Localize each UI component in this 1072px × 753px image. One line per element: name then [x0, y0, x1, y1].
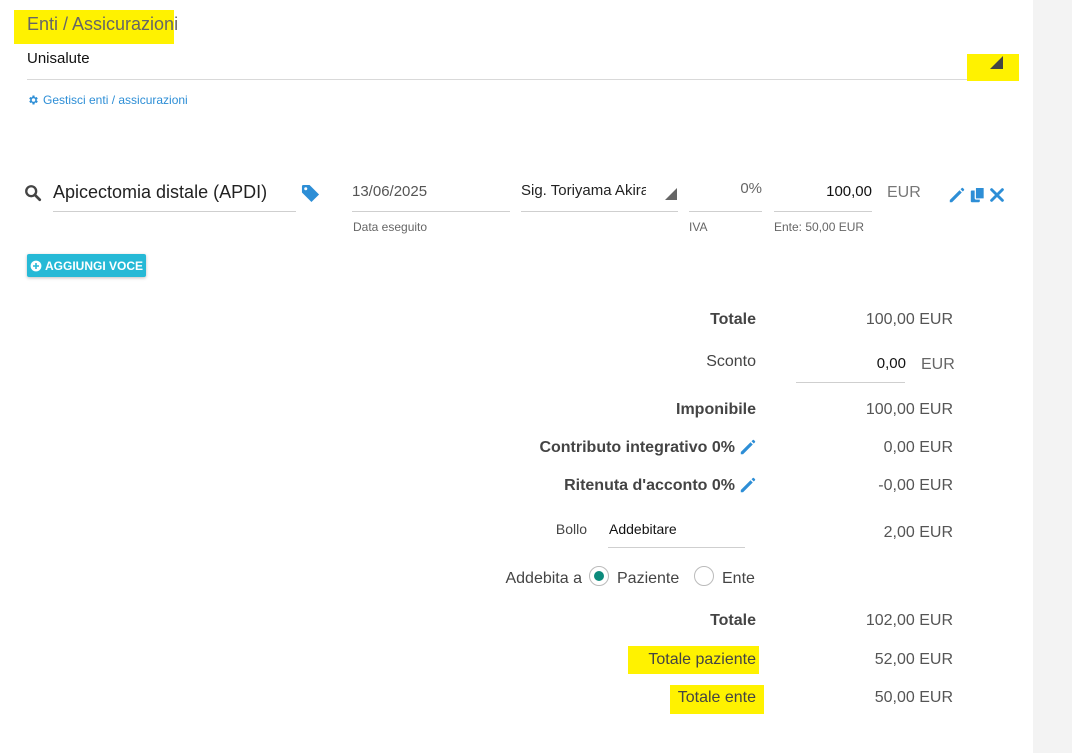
gear-icon [29, 95, 38, 105]
grand-total-value: 102,00 EUR [865, 612, 953, 629]
date-input[interactable]: 13/06/2025 [352, 183, 427, 200]
section-title-highlight: Enti / Assicurazioni [14, 10, 178, 44]
radio-insurer[interactable] [694, 566, 714, 586]
contribution-value: 0,00 EUR [883, 439, 953, 456]
pencil-icon[interactable] [739, 438, 757, 456]
discount-underline [796, 382, 905, 383]
manage-insurers-link[interactable]: Gestisci enti / assicurazioni [27, 93, 188, 107]
grand-total-label: Totale [710, 612, 756, 629]
right-panel-edge [1033, 0, 1072, 753]
tag-icon[interactable] [301, 184, 320, 203]
radio-patient-label[interactable]: Paziente [617, 570, 679, 588]
discount-input[interactable]: 0,00 [877, 355, 906, 372]
stamp-select-value[interactable]: Addebitare [609, 521, 677, 537]
price-input[interactable]: 100,00 [775, 183, 872, 200]
discount-currency: EUR [921, 356, 955, 373]
total-label: Totale [710, 311, 756, 328]
contribution-label: Contributo integrativo 0% [539, 439, 735, 456]
stamp-underline [608, 547, 745, 548]
search-icon[interactable] [24, 184, 42, 202]
date-label: Data eseguito [353, 220, 428, 234]
insurer-share-label: Ente: 50,00 EUR [774, 220, 865, 234]
charge-to-label: Addebita a [505, 570, 582, 587]
radio-patient[interactable] [589, 566, 609, 586]
date-underline [352, 211, 510, 212]
item-name-underline [53, 211, 296, 212]
vat-underline [689, 211, 762, 212]
insurer-total-value: 50,00 EUR [874, 689, 953, 706]
operator-dropdown-arrow-icon[interactable] [665, 188, 677, 200]
radio-insurer-label[interactable]: Ente [722, 570, 755, 588]
section-title: Enti / Assicurazioni [27, 14, 179, 34]
stamp-value: 2,00 EUR [883, 524, 953, 541]
add-item-label: AGGIUNGI VOCE [44, 258, 143, 273]
plus-circle-icon [30, 260, 42, 271]
taxable-label: Imponibile [676, 401, 756, 418]
pencil-icon[interactable] [948, 186, 966, 204]
dropdown-arrow-icon[interactable] [990, 56, 1003, 69]
operator-underline [521, 211, 678, 212]
vat-label: IVA [689, 220, 708, 234]
discount-label: Sconto [706, 353, 756, 370]
operator-select-value[interactable]: Sig. Toriyama Akira [521, 182, 646, 199]
insurer-select-value[interactable]: Unisalute [27, 50, 90, 67]
patient-total-label: Totale paziente [648, 651, 756, 668]
patient-total-value: 52,00 EUR [874, 651, 953, 668]
withholding-value: -0,00 EUR [878, 477, 953, 494]
price-currency: EUR [887, 184, 921, 201]
vat-input[interactable]: 0% [690, 180, 762, 197]
manage-insurers-label: Gestisci enti / assicurazioni [43, 93, 188, 107]
insurer-select-underline [27, 79, 1017, 80]
price-underline [774, 211, 872, 212]
add-item-button[interactable]: AGGIUNGI VOCE [27, 254, 146, 277]
taxable-value: 100,00 EUR [865, 401, 953, 418]
item-name-input[interactable]: Apicectomia distale (APDI) [53, 182, 267, 203]
stamp-label: Bollo [555, 521, 587, 537]
insurer-total-label: Totale ente [677, 689, 756, 706]
pencil-icon[interactable] [739, 476, 757, 494]
withholding-label: Ritenuta d'acconto 0% [564, 477, 735, 494]
copy-icon[interactable] [969, 186, 987, 204]
total-value: 100,00 EUR [865, 311, 953, 328]
close-icon[interactable] [988, 186, 1006, 204]
